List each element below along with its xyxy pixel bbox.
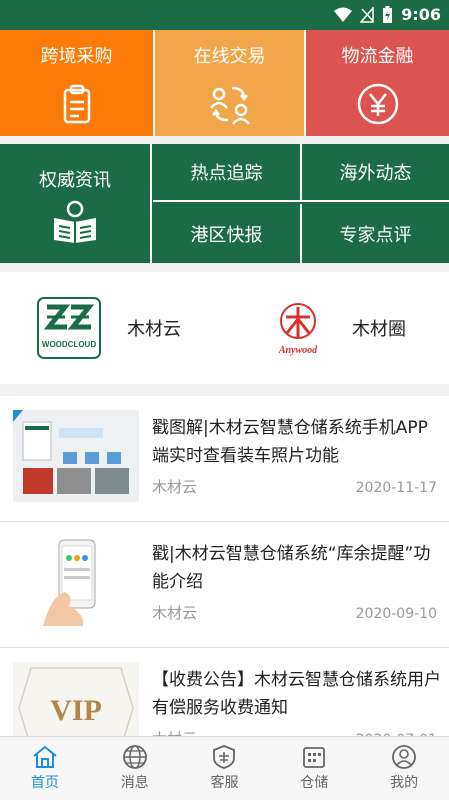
clock-time: 9:06 — [401, 5, 441, 24]
news-date: 2020-11-17 — [355, 480, 437, 496]
bottom-tab-bar: 首页 消息 客服 仓储 我的 — [0, 736, 449, 800]
brand-anywood[interactable]: Anywood 木材圈 — [270, 272, 406, 384]
tab-label: 消息 — [120, 775, 149, 791]
tab-home[interactable]: 首页 — [0, 737, 90, 800]
brand-row: WOODCLOUD 木材云 Anywood 木材圈 — [0, 272, 449, 384]
tile-cross-border-purchase[interactable]: 跨境采购 — [0, 30, 153, 136]
anywood-logo: Anywood — [278, 303, 318, 356]
woodcloud-logo-text: WOODCLOUD — [42, 340, 96, 349]
tab-label: 仓储 — [300, 775, 329, 791]
battery-icon — [383, 5, 393, 23]
tile-authoritative-news[interactable]: 权威资讯 — [0, 144, 152, 263]
vip-thumb-text: VIP — [50, 694, 102, 727]
user-icon — [392, 745, 416, 769]
news-title: 【收费公告】木材云智慧仓储系统用户有偿服务收费通知 — [152, 670, 441, 718]
news-title: 戳图解|木材云智慧仓储系统手机APP端实时查看装车照片功能 — [152, 418, 428, 466]
tile-label: 跨境采购 — [40, 46, 113, 67]
brand-name: 木材圈 — [352, 319, 406, 340]
tab-warehouse[interactable]: 仓储 — [269, 737, 359, 800]
news-thumbnail — [13, 410, 139, 502]
globe-icon — [122, 745, 147, 769]
news-list: 戳图解|木材云智慧仓储系统手机APP端实时查看装车照片功能 木材云 2020-1… — [0, 396, 449, 740]
tile-expert-review[interactable]: 专家点评 — [302, 204, 449, 263]
news-item[interactable]: VIP 【收费公告】木材云智慧仓储系统用户有偿服务收费通知 木材云 2020-0… — [0, 648, 449, 740]
tab-label: 我的 — [390, 775, 419, 791]
tile-logistics-finance[interactable]: 物流金融 — [306, 30, 449, 136]
clipboard-icon — [63, 84, 90, 124]
brand-woodcloud[interactable]: WOODCLOUD 木材云 — [37, 272, 181, 384]
woodcloud-logo: WOODCLOUD — [37, 297, 101, 359]
tile-label: 物流金融 — [341, 46, 414, 67]
exchange-icon — [209, 86, 250, 125]
service-tiles-top: 跨境采购 在线交易 物流金融 — [0, 30, 449, 136]
tab-profile[interactable]: 我的 — [359, 737, 449, 800]
brand-name: 木材云 — [127, 319, 181, 340]
news-source: 木材云 — [152, 478, 198, 496]
news-thumbnail — [13, 536, 139, 628]
anywood-logo-text: Anywood — [278, 345, 318, 356]
tab-label: 首页 — [30, 775, 59, 791]
tab-messages[interactable]: 消息 — [90, 737, 180, 800]
news-item[interactable]: 戳|木材云智慧仓储系统“库余提醒”功能介绍 木材云 2020-09-10 — [0, 522, 449, 648]
tab-label: 客服 — [210, 775, 239, 791]
home-icon — [33, 745, 57, 768]
tab-customer-service[interactable]: 客服 — [180, 737, 270, 800]
tile-port-bulletin[interactable]: 港区快报 — [153, 204, 302, 263]
signal-off-icon — [360, 6, 374, 23]
status-bar: 9:06 — [0, 0, 449, 30]
wifi-icon — [334, 7, 353, 22]
news-thumbnail: VIP — [13, 662, 139, 740]
tile-hot-tracking[interactable]: 热点追踪 — [153, 144, 302, 202]
yen-icon — [357, 83, 398, 125]
news-source: 木材云 — [152, 604, 198, 622]
tile-label: 在线交易 — [193, 46, 266, 67]
news-title: 戳|木材云智慧仓储系统“库余提醒”功能介绍 — [152, 544, 431, 592]
service-badge-icon — [213, 745, 236, 769]
tile-overseas-news[interactable]: 海外动态 — [302, 144, 449, 202]
info-grid: 权威资讯 热点追踪 海外动态 港区快报 专家点评 — [0, 144, 449, 263]
news-item[interactable]: 戳图解|木材云智慧仓储系统手机APP端实时查看装车照片功能 木材云 2020-1… — [0, 396, 449, 522]
newspaper-reader-icon — [54, 200, 96, 243]
tile-online-trading[interactable]: 在线交易 — [153, 30, 306, 136]
tile-label: 权威资讯 — [39, 170, 111, 191]
warehouse-icon — [303, 747, 326, 768]
news-date: 2020-09-10 — [355, 606, 437, 622]
